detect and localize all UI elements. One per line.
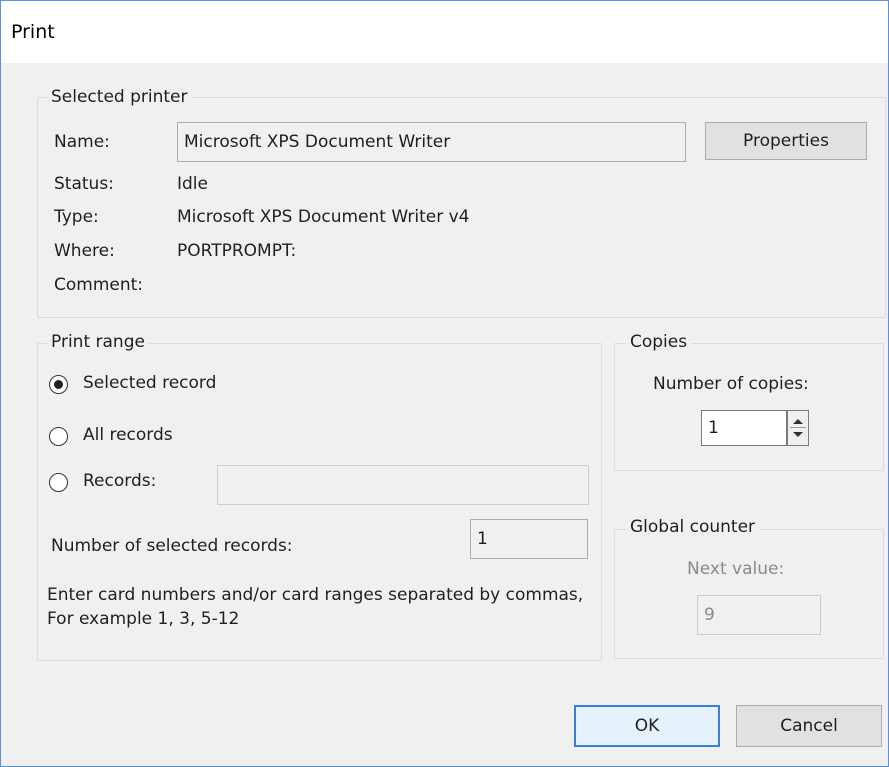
copies-group [614,343,884,471]
number-of-copies-label: Number of copies: [653,374,809,394]
printer-name-field[interactable]: Microsoft XPS Document Writer [177,122,686,162]
spinner-divider [790,427,806,428]
next-value-label: Next value: [687,559,785,579]
num-selected-label: Number of selected records: [51,536,293,556]
radio-selected-dot [54,380,63,389]
comment-label: Comment: [54,275,144,295]
title-bar: Print [1,1,888,63]
records-label[interactable]: Records: [83,471,156,491]
type-value: Microsoft XPS Document Writer v4 [177,207,470,227]
window-title: Print [11,21,55,43]
ok-button[interactable]: OK [574,705,720,747]
where-label: Where: [54,241,115,261]
global-counter-legend: Global counter [626,517,760,537]
copies-spinner[interactable] [787,410,809,446]
selected-record-label[interactable]: Selected record [83,373,216,393]
properties-button[interactable]: Properties [705,122,867,160]
spin-up-icon[interactable] [793,419,803,424]
all-records-label[interactable]: All records [83,425,173,445]
spin-down-icon[interactable] [793,432,803,437]
selected-record-radio[interactable] [49,375,68,394]
cancel-button[interactable]: Cancel [736,705,882,747]
print-dialog: Print Selected printer Name: Microsoft X… [0,0,889,767]
type-label: Type: [54,207,99,227]
copies-input[interactable]: 1 [701,410,787,446]
records-input[interactable] [217,465,589,505]
print-range-legend: Print range [47,332,149,352]
selected-printer-legend: Selected printer [47,87,192,107]
num-selected-field: 1 [470,519,588,559]
all-records-radio[interactable] [49,427,68,446]
global-counter-group [614,529,884,659]
records-radio[interactable] [49,473,68,492]
status-value: Idle [177,174,208,194]
records-hint: Enter card numbers and/or card ranges se… [47,585,584,629]
next-value-field: 9 [697,595,821,635]
where-value: PORTPROMPT: [177,241,297,261]
status-label: Status: [54,174,114,194]
copies-legend: Copies [626,332,692,352]
name-label: Name: [54,132,110,152]
